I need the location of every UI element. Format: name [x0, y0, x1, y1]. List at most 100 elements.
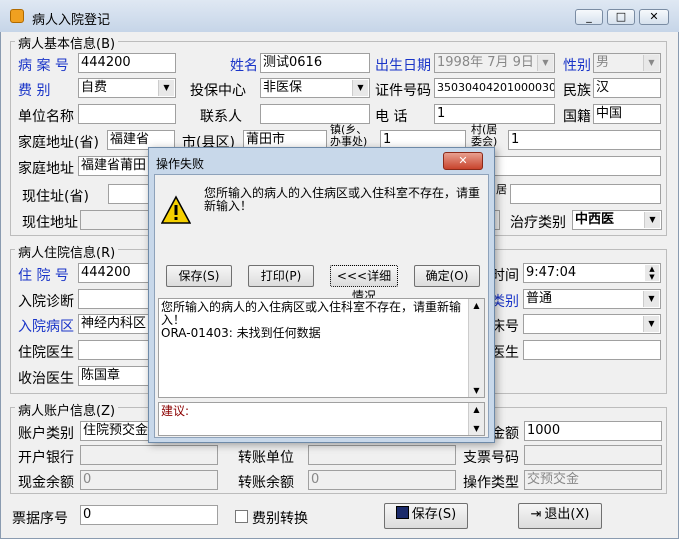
treat-value: 中西医 [575, 212, 615, 227]
bank-label: 开户银行 [18, 450, 74, 466]
chevron-down-icon[interactable]: ▼ [643, 316, 659, 332]
cheque-field[interactable] [524, 445, 662, 465]
time-label: 时间 [491, 268, 519, 284]
close-icon[interactable]: ✕ [639, 9, 669, 25]
detail-scrollbar[interactable]: ▲ ▼ [468, 299, 484, 397]
dialog-close-icon[interactable]: ✕ [443, 152, 483, 170]
cash-field[interactable]: 0 [80, 470, 218, 490]
type-select[interactable]: 普通 ▼ [523, 289, 661, 309]
doctor-field[interactable] [78, 340, 158, 360]
employer-field[interactable] [78, 104, 176, 124]
sex-value: 男 [596, 55, 610, 70]
hosp-info-title: 病人住院信息(R) [15, 242, 119, 261]
scroll-down-icon[interactable]: ▼ [469, 384, 484, 397]
home-village-field[interactable]: 1 [508, 130, 661, 150]
fee-switch-label: 费别转换 [252, 511, 308, 527]
bed-select[interactable]: ▼ [523, 314, 661, 334]
nationality-label: 国籍 [563, 109, 591, 125]
save-button-label: 保存(S) [411, 507, 457, 522]
ward-label: 入院病区 [18, 319, 74, 335]
nationality-field[interactable]: 中国 [593, 104, 661, 124]
detail-line-1: 您所输入的病人的入住病区或入住科室不存在，请重新输入！ [161, 300, 462, 327]
nation-label: 民族 [563, 83, 591, 99]
transfer-bal-field[interactable]: 0 [308, 470, 456, 490]
bed-label: 床号 [491, 319, 519, 335]
diag-field[interactable] [78, 289, 158, 309]
birth-date-picker[interactable]: 1998年 7月 9日 ▼ [434, 53, 555, 73]
save-icon [395, 506, 409, 519]
detail-memo[interactable]: 您所输入的病人的入住病区或入住科室不存在，请重新输入！ ORA-01403: 未… [158, 298, 485, 398]
home-town-label: 镇(乡、办事处) [330, 123, 368, 148]
time-field[interactable]: 9:47:04 ▲ ▼ [523, 263, 661, 283]
dialog-save-button[interactable]: 保存(S) [166, 265, 232, 287]
phone-field[interactable]: 1 [434, 104, 555, 124]
name-label: 姓名 [230, 58, 258, 74]
acct-type-label: 账户类别 [18, 426, 74, 442]
app-icon [10, 9, 24, 23]
hosp-no-field[interactable]: 444200 [78, 263, 158, 283]
account-info-title: 病人账户信息(Z) [15, 400, 119, 419]
advice-scrollbar[interactable]: ▲ ▼ [468, 403, 484, 435]
time-value: 9:47:04 [526, 265, 577, 280]
minimize-icon[interactable]: _ [575, 9, 603, 25]
transfer-unit-field[interactable] [308, 445, 456, 465]
hosp-no-label: 住 院 号 [18, 268, 69, 284]
treat-label: 治疗类别 [510, 215, 566, 231]
name-field[interactable]: 测试0616 [260, 53, 370, 73]
dialog-detail-button[interactable]: <<<详细情况 [330, 265, 398, 303]
bill-field[interactable]: 0 [80, 505, 218, 525]
chevron-down-icon[interactable]: ▼ [158, 80, 174, 96]
cur-prov-label: 现住址(省) [22, 189, 89, 205]
amount-label: 金额 [491, 426, 519, 442]
home-addr-label: 家庭地址 [18, 161, 74, 177]
bank-field[interactable] [80, 445, 218, 465]
exit-button[interactable]: ⇥ 退出(X) [518, 503, 602, 529]
transfer-unit-label: 转账单位 [238, 450, 294, 466]
id-type-label: 证件号码 [375, 83, 431, 99]
doctor2-label: 医生 [491, 345, 519, 361]
cheque-label: 支票号码 [463, 450, 519, 466]
scroll-up-icon[interactable]: ▲ [469, 403, 484, 416]
record-no-field[interactable]: 444200 [78, 53, 176, 73]
sex-label: 性别 [563, 58, 591, 74]
fee-select[interactable]: 自费 ▼ [78, 78, 176, 98]
ward-field[interactable]: 神经内科区 [78, 314, 158, 334]
receiver-field[interactable]: 陈国章 [78, 366, 158, 386]
transfer-bal-label: 转账余额 [238, 475, 294, 491]
spinner-icon[interactable]: ▲ ▼ [645, 265, 659, 281]
dialog-ok-button[interactable]: 确定(O) [414, 265, 480, 287]
bill-label: 票据序号 [12, 511, 68, 527]
birth-date-value: 1998年 7月 9日 [437, 55, 534, 70]
dialog-print-button[interactable]: 打印(P) [248, 265, 314, 287]
insure-select[interactable]: 非医保 ▼ [260, 78, 370, 98]
contact-field[interactable] [260, 104, 370, 124]
home-village-label: 村(居委会) [471, 123, 498, 148]
save-button[interactable]: 保存(S) [384, 503, 468, 529]
chevron-down-icon[interactable]: ▼ [643, 291, 659, 307]
chevron-down-icon[interactable]: ▼ [537, 55, 553, 71]
advice-memo[interactable]: 建议: ▲ ▼ [158, 402, 485, 436]
scroll-up-icon[interactable]: ▲ [469, 299, 484, 312]
cur-village-field[interactable] [510, 184, 661, 204]
treat-select[interactable]: 中西医 ▼ [572, 210, 662, 230]
sex-select[interactable]: 男 ▼ [593, 53, 661, 73]
chevron-down-icon[interactable]: ▼ [352, 80, 368, 96]
id-no-field[interactable]: 350304042010000300 [434, 78, 555, 98]
doctor2-field[interactable] [523, 340, 661, 360]
amount-field[interactable]: 1000 [524, 421, 662, 441]
scroll-down-icon[interactable]: ▼ [469, 422, 484, 435]
nation-field[interactable]: 汉 [593, 78, 661, 98]
fee-label: 费 别 [18, 83, 51, 99]
chevron-down-icon[interactable]: ▼ [644, 212, 660, 228]
fee-switch-checkbox[interactable] [235, 510, 248, 523]
doctor-label: 住院医生 [18, 345, 74, 361]
maximize-icon[interactable]: □ [607, 9, 635, 25]
exit-icon: ⇥ [530, 507, 542, 522]
chevron-down-icon[interactable]: ▼ [643, 55, 659, 71]
diag-label: 入院诊断 [18, 294, 74, 310]
dialog-title: 操作失败 [156, 157, 205, 171]
employer-label: 单位名称 [18, 109, 74, 125]
receiver-label: 收治医生 [18, 371, 74, 387]
type-label: 类别 [491, 294, 519, 310]
op-type-field[interactable]: 交预交金 [524, 470, 662, 490]
